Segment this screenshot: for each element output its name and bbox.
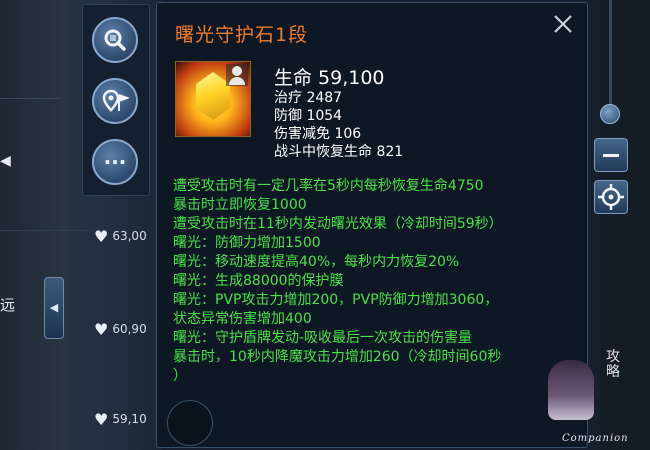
gem-shape xyxy=(196,72,230,120)
stat-line: 治疗 2487 xyxy=(274,90,343,106)
divider xyxy=(0,230,92,231)
side-scroll-button[interactable]: ◀ xyxy=(44,277,64,339)
zoom-slider-knob[interactable] xyxy=(600,104,620,124)
search-icon xyxy=(104,29,126,51)
effect-line: 曙光：守护盾牌发动-吸收最后一次攻击的伤害量 xyxy=(173,330,473,346)
list-item-value: 59,10 xyxy=(112,412,147,426)
effect-line: 曙光：防御力增加1500 xyxy=(173,235,321,251)
list-item[interactable]: ♥ 60,90 xyxy=(94,318,147,340)
heart-icon: ♥ xyxy=(94,319,109,339)
stat-line: 防御 1054 xyxy=(274,108,343,124)
effect-line: 遭受攻击时有一定几率在5秒内每秒恢复生命4750 xyxy=(173,178,484,194)
effect-line: 状态异常伤害增加400 xyxy=(173,311,312,327)
watermark-vertical-text: 攻略 xyxy=(606,349,620,380)
list-item[interactable]: ♥ 59,10 xyxy=(94,408,147,430)
left-background-panel xyxy=(0,0,92,450)
empty-slot[interactable] xyxy=(167,400,213,446)
partial-text: 远 xyxy=(0,296,16,314)
stat-line: 战斗中恢复生命 821 xyxy=(274,144,404,160)
more-icon: ··· xyxy=(103,150,127,174)
locate-button[interactable] xyxy=(594,180,628,214)
search-button[interactable] xyxy=(92,17,138,63)
side-toolbar: ··· xyxy=(82,4,150,196)
list-item[interactable]: ♥ 63,00 xyxy=(94,225,147,247)
crosshair-icon xyxy=(598,184,624,210)
character-bound-icon xyxy=(226,64,248,86)
collapse-arrow-icon[interactable]: ◀ xyxy=(0,150,18,172)
watermark-logo: 攻略 Companion xyxy=(540,350,640,450)
gem-item-icon xyxy=(175,61,251,137)
heart-icon: ♥ xyxy=(94,226,109,246)
effect-line: 遭受攻击时在11秒内发动曙光效果（冷却时间59秒） xyxy=(173,216,503,232)
mascot-image xyxy=(548,360,594,420)
item-title: 曙光守护石1段 xyxy=(175,24,309,46)
effect-line: ） xyxy=(173,368,187,384)
zoom-slider-track[interactable] xyxy=(609,0,612,110)
close-icon xyxy=(554,15,572,33)
heart-icon: ♥ xyxy=(94,409,109,429)
effect-line: 曙光：生成88000的保护膜 xyxy=(173,273,344,289)
stat-hp: 生命 59,100 xyxy=(274,67,385,89)
effect-line: 曙光：移动速度提高40%，每秒内力恢复20% xyxy=(173,254,460,270)
effect-line: 暴击时，10秒内降魔攻击力增加260（冷却时间60秒 xyxy=(173,349,502,365)
watermark-label: Companion xyxy=(562,433,629,444)
list-item-value: 63,00 xyxy=(112,229,147,243)
effects-list: 遭受攻击时有一定几率在5秒内每秒恢复生命4750 暴击时立即恢复1000 遭受攻… xyxy=(173,177,578,386)
list-item-value: 60,90 xyxy=(112,322,147,336)
close-button[interactable] xyxy=(550,13,576,39)
divider xyxy=(0,98,60,99)
stat-line: 伤害减免 106 xyxy=(274,126,362,142)
map-marker-button[interactable] xyxy=(92,78,138,124)
zoom-out-button[interactable] xyxy=(594,138,628,172)
map-pin-flag-icon xyxy=(102,89,129,112)
item-tooltip: 曙光守护石1段 生命 59,100 治疗 2487 防御 1054 伤害减免 1… xyxy=(156,2,588,448)
more-button[interactable]: ··· xyxy=(92,139,138,185)
effect-line: 曙光：PVP攻击力增加200，PVP防御力增加3060， xyxy=(173,292,499,308)
effect-line: 暴击时立即恢复1000 xyxy=(173,197,307,213)
